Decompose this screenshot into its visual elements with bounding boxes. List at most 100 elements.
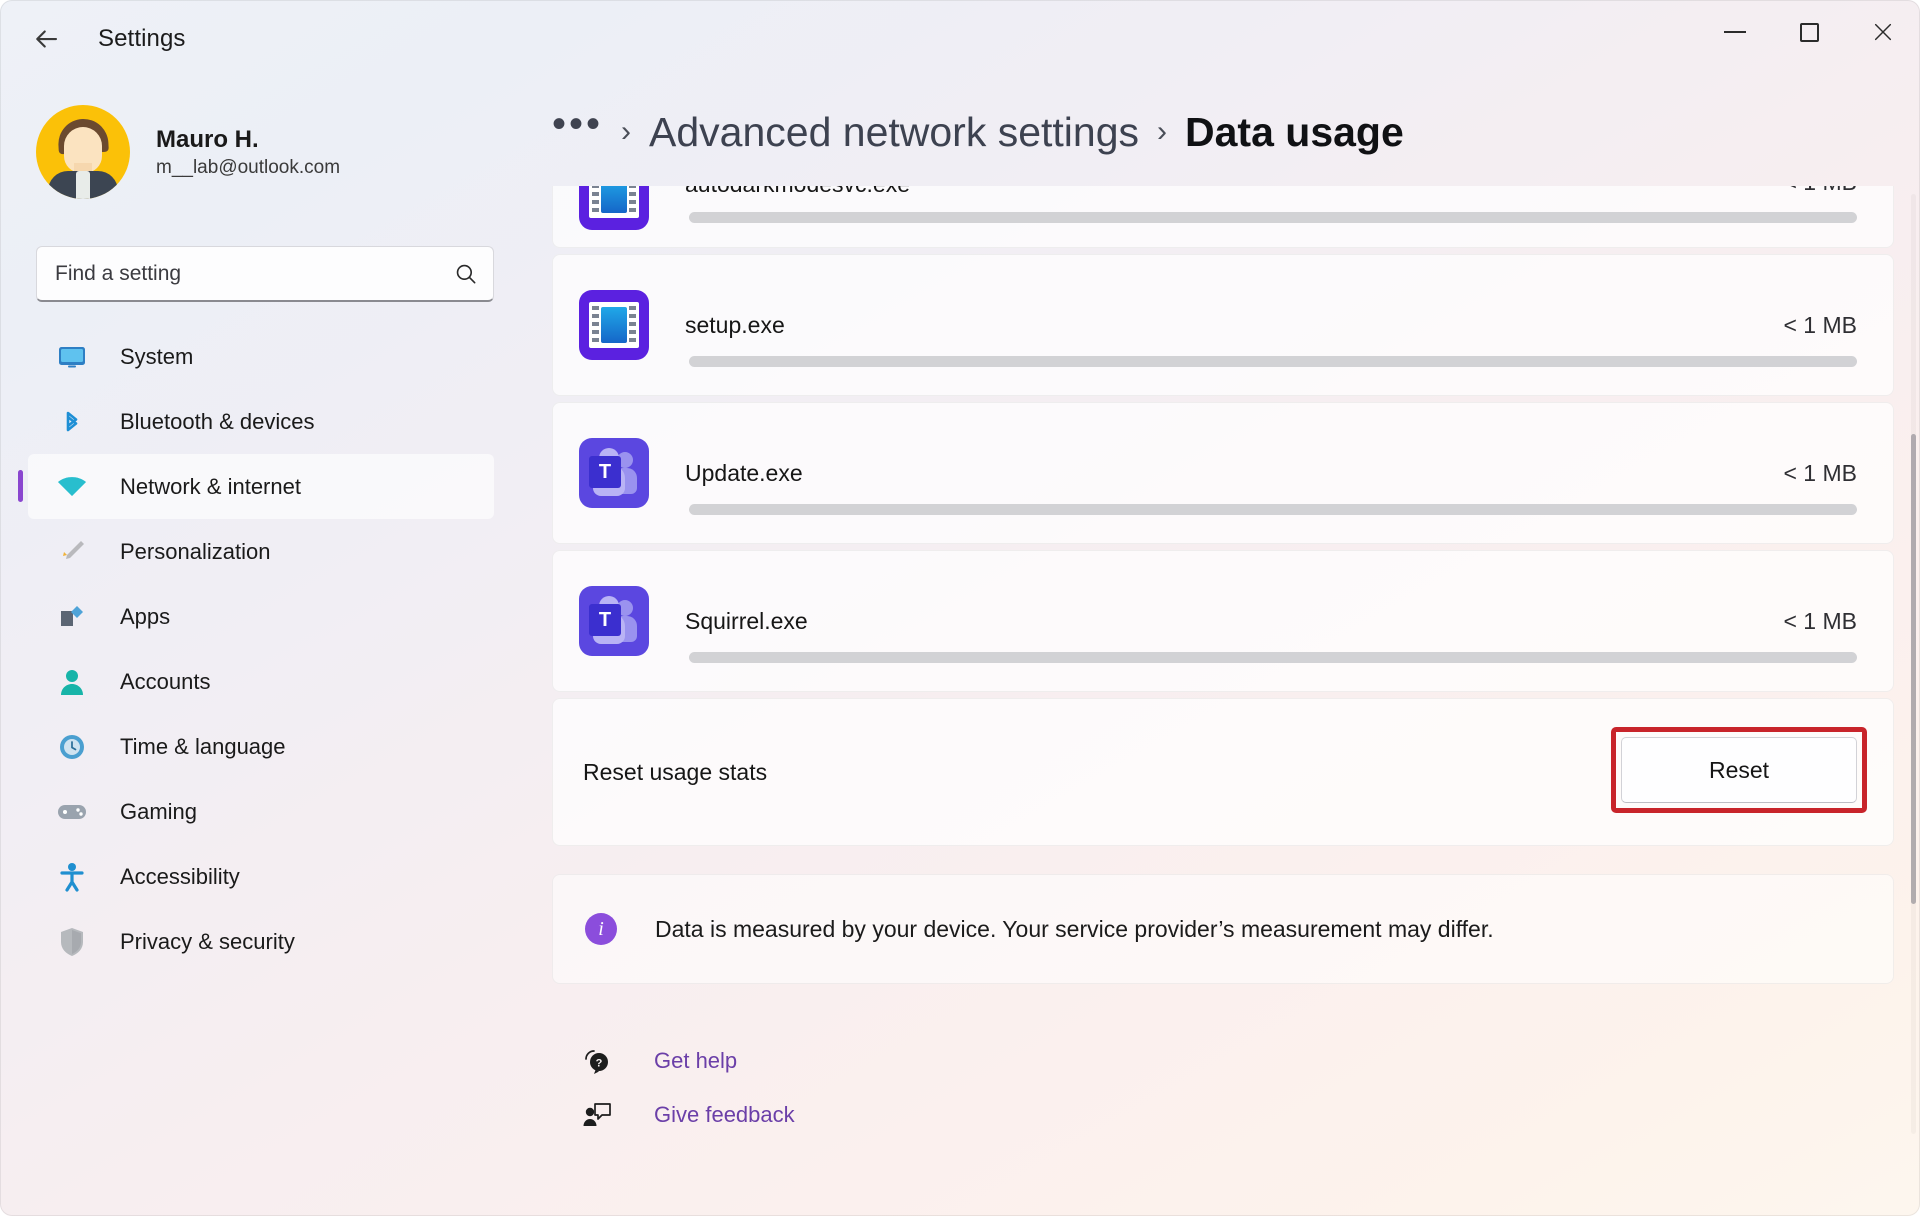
paintbrush-icon — [52, 535, 92, 569]
sidebar-item-system[interactable]: System — [28, 324, 494, 389]
breadcrumb-separator: › — [621, 115, 631, 149]
settings-window: Settings M — [0, 0, 1920, 1216]
magnifier-icon — [453, 261, 479, 287]
breadcrumb: ••• › Advanced network settings › Data u… — [530, 78, 1920, 186]
usage-progress-bar — [689, 504, 1857, 515]
close-icon — [1872, 21, 1894, 43]
sidebar-item-personalization[interactable]: Personalization — [28, 519, 494, 584]
usage-progress-bar — [689, 212, 1857, 223]
feedback-icon — [574, 1101, 620, 1129]
sidebar: Mauro H. m__lab@outlook.com System — [0, 78, 530, 1216]
teams-app-icon: T — [579, 438, 649, 508]
close-button[interactable] — [1846, 0, 1920, 64]
app-name: setup.exe — [685, 312, 785, 339]
sidebar-item-label: Time & language — [120, 734, 286, 760]
table-row[interactable]: setup.exe < 1 MB — [553, 255, 1893, 395]
table-row[interactable]: T Squirrel.exe < 1 MB — [553, 551, 1893, 691]
app-size: < 1 MB — [1783, 608, 1857, 635]
profile-name: Mauro H. — [156, 125, 340, 155]
content: autodarkmodesvc.exe < 1 MB — [530, 186, 1920, 1142]
reset-usage-card: Reset usage stats Reset — [552, 698, 1894, 846]
sidebar-item-label: Bluetooth & devices — [120, 409, 314, 435]
app-name: Squirrel.exe — [685, 608, 808, 635]
sidebar-item-time-language[interactable]: Time & language — [28, 714, 494, 779]
sidebar-item-label: Accessibility — [120, 864, 240, 890]
installer-perforation-right — [629, 186, 636, 214]
footer-links: ? Get help Give fee — [552, 984, 1894, 1142]
wifi-icon — [52, 470, 92, 504]
reset-highlight-annotation: Reset — [1611, 727, 1867, 813]
profile-email: m__lab@outlook.com — [156, 157, 340, 179]
app-usage-card: T Update.exe < 1 MB — [552, 402, 1894, 544]
sidebar-item-gaming[interactable]: Gaming — [28, 779, 494, 844]
maximize-icon — [1800, 23, 1819, 42]
give-feedback-link[interactable]: Give feedback — [574, 1088, 795, 1142]
app-name: Update.exe — [685, 460, 803, 487]
clock-globe-icon — [52, 730, 92, 764]
installer-perforation-left — [592, 186, 599, 214]
app-name: autodarkmodesvc.exe — [685, 186, 910, 198]
installer-perforation-left — [592, 306, 599, 344]
back-button[interactable] — [20, 13, 72, 65]
minimize-button[interactable] — [1698, 0, 1772, 64]
info-banner: i Data is measured by your device. Your … — [552, 874, 1894, 984]
app-size: < 1 MB — [1783, 186, 1857, 196]
info-icon: i — [585, 913, 617, 945]
svg-text:?: ? — [596, 1058, 603, 1070]
sidebar-nav: System Bluetooth & devices Network & int… — [0, 324, 530, 974]
usage-progress-bar — [689, 652, 1857, 663]
bluetooth-icon — [52, 405, 92, 439]
sidebar-item-label: Gaming — [120, 799, 197, 825]
search-box[interactable] — [36, 246, 494, 302]
profile-text: Mauro H. m__lab@outlook.com — [156, 125, 340, 179]
app-usage-card: setup.exe < 1 MB — [552, 254, 1894, 396]
installer-inner — [601, 186, 627, 213]
breadcrumb-separator: › — [1157, 115, 1167, 149]
gamepad-icon — [52, 795, 92, 829]
installer-app-icon — [579, 186, 649, 230]
search-icon[interactable] — [439, 261, 493, 287]
app-title: Settings — [98, 25, 186, 53]
table-row[interactable]: T Update.exe < 1 MB — [553, 403, 1893, 543]
installer-app-icon — [579, 290, 649, 360]
search-input[interactable] — [37, 262, 439, 286]
vertical-scrollbar[interactable] — [1911, 194, 1916, 1134]
breadcrumb-parent-link[interactable]: Advanced network settings — [649, 109, 1139, 156]
reset-usage-row: Reset usage stats Reset — [553, 699, 1893, 845]
app-size: < 1 MB — [1783, 312, 1857, 339]
scrollbar-thumb[interactable] — [1911, 434, 1916, 904]
profile-card[interactable]: Mauro H. m__lab@outlook.com — [0, 92, 530, 212]
get-help-link[interactable]: ? Get help — [574, 1034, 737, 1088]
sidebar-item-network-internet[interactable]: Network & internet — [28, 454, 494, 519]
breadcrumb-overflow-button[interactable]: ••• — [552, 116, 603, 148]
app-usage-card: autodarkmodesvc.exe < 1 MB — [552, 186, 1894, 248]
usage-progress-bar — [689, 356, 1857, 367]
sidebar-item-label: Personalization — [120, 539, 270, 565]
sidebar-item-label: Network & internet — [120, 474, 301, 500]
sidebar-item-apps[interactable]: Apps — [28, 584, 494, 649]
sidebar-item-bluetooth-devices[interactable]: Bluetooth & devices — [28, 389, 494, 454]
apps-icon — [52, 600, 92, 634]
give-feedback-label: Give feedback — [654, 1102, 795, 1128]
sidebar-item-label: Accounts — [120, 669, 211, 695]
help-icon: ? — [574, 1047, 620, 1075]
monitor-icon — [52, 340, 92, 374]
shield-icon — [52, 925, 92, 959]
reset-usage-label: Reset usage stats — [583, 759, 767, 786]
sidebar-item-label: Privacy & security — [120, 929, 295, 955]
title-bar: Settings — [0, 0, 1920, 78]
teams-t-badge: T — [589, 456, 621, 488]
teams-app-icon: T — [579, 586, 649, 656]
maximize-button[interactable] — [1772, 0, 1846, 64]
page-title: Data usage — [1185, 109, 1404, 156]
back-arrow-icon — [31, 24, 61, 54]
get-help-label: Get help — [654, 1048, 737, 1074]
avatar-collar — [76, 171, 90, 199]
sidebar-item-accounts[interactable]: Accounts — [28, 649, 494, 714]
reset-button[interactable]: Reset — [1621, 737, 1857, 803]
table-row[interactable]: autodarkmodesvc.exe < 1 MB — [553, 186, 1893, 247]
sidebar-item-accessibility[interactable]: Accessibility — [28, 844, 494, 909]
installer-perforation-right — [629, 306, 636, 344]
sidebar-item-privacy-security[interactable]: Privacy & security — [28, 909, 494, 974]
info-banner-text: Data is measured by your device. Your se… — [655, 916, 1494, 943]
